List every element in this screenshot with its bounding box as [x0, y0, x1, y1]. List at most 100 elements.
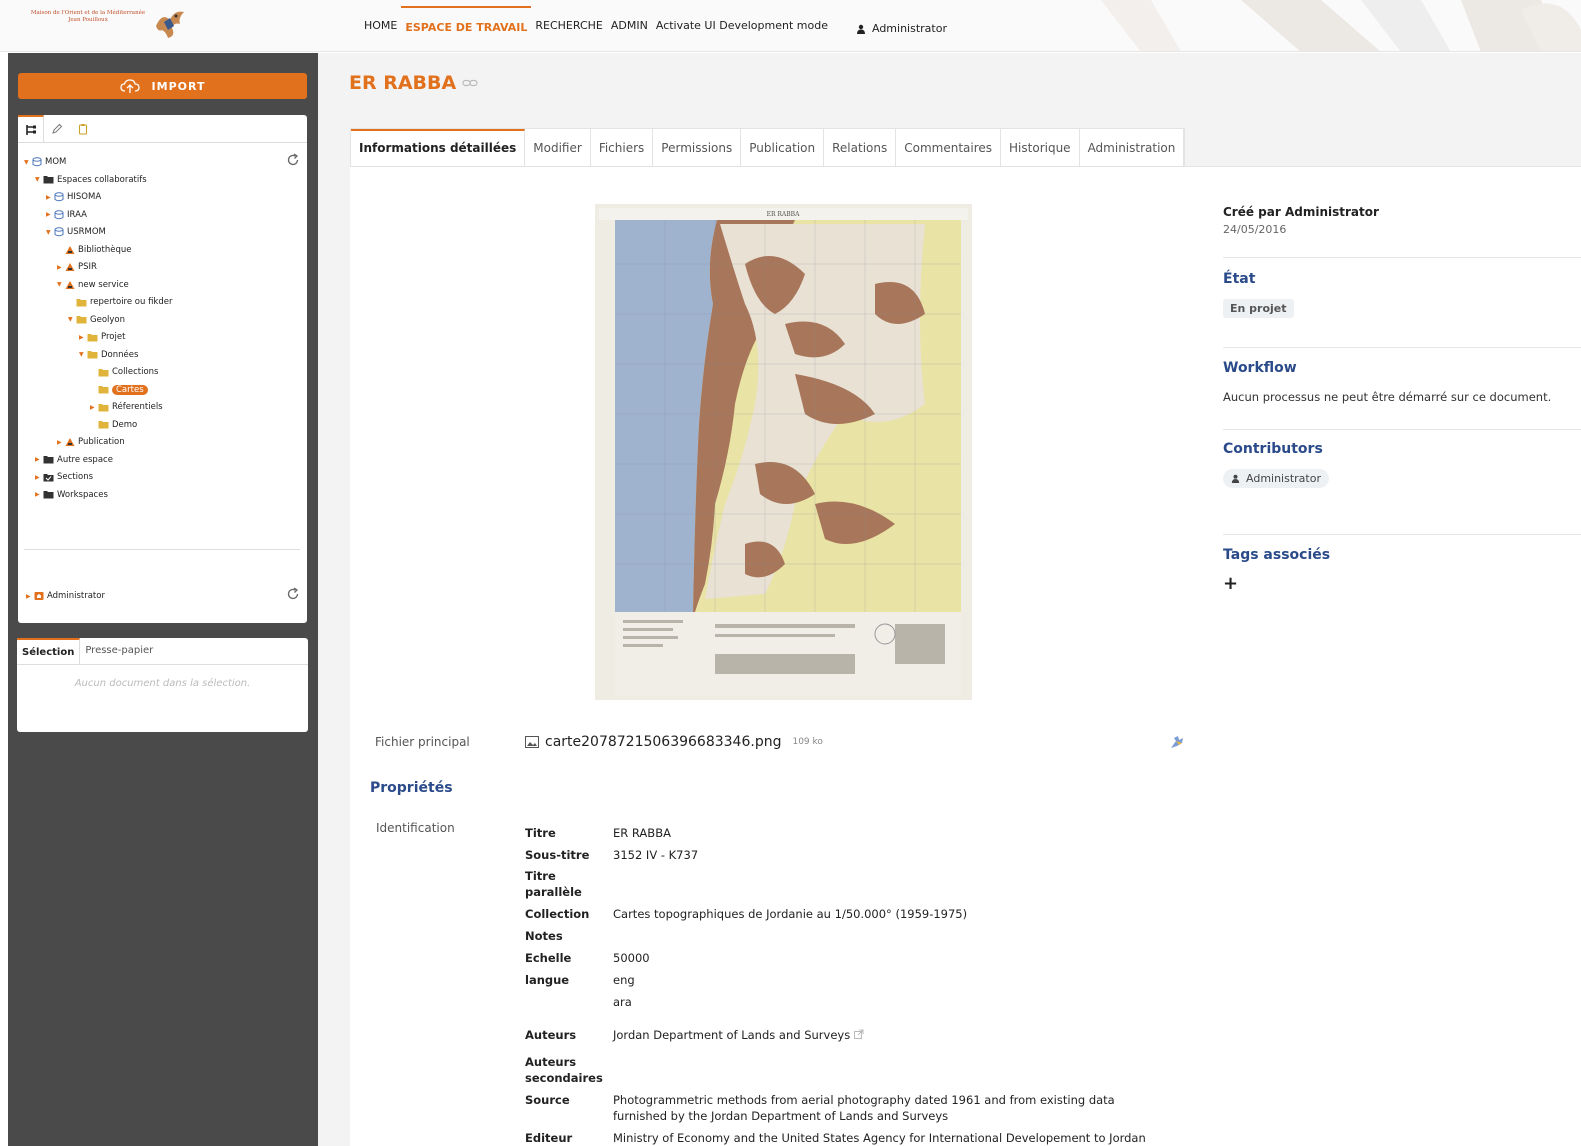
tree-node[interactable]: ▶ Publication	[57, 435, 125, 449]
tree-node[interactable]: ▶ HISOMA	[46, 190, 101, 204]
folder-icon	[98, 420, 109, 429]
collapse-arrow-icon[interactable]: ▼	[68, 316, 73, 323]
tree-node[interactable]: ▶ Autre espace	[35, 453, 113, 467]
tree-node-label: Workspaces	[57, 489, 108, 500]
add-tag-button[interactable]: +	[1223, 573, 1239, 594]
expand-arrow-icon[interactable]: ▶	[35, 456, 40, 463]
tree-node[interactable]: Bibliothèque	[57, 243, 131, 257]
tree-node[interactable]: ▼ USRMOM	[46, 225, 106, 239]
tree-node[interactable]: ▼ Espaces collaboratifs	[35, 173, 147, 187]
main-file-link[interactable]: carte2078721506396683346.png 109 ko	[525, 734, 823, 750]
nav-user-name: Administrator	[871, 22, 947, 35]
contributors-heading: Contributors	[1223, 441, 1323, 457]
tree-node-label: Demo	[112, 419, 138, 430]
expand-arrow-icon[interactable]: ▶	[90, 404, 95, 411]
tab-clipboard[interactable]	[70, 115, 96, 143]
contributors-block: Contributors Administrator	[1223, 441, 1581, 488]
property-row: Notes	[525, 928, 1173, 944]
tab-clipboard-list[interactable]: Presse-papier	[80, 638, 158, 664]
top-bar: Maison de l'Orient et de la Méditerranée…	[0, 0, 1581, 52]
tab-publication[interactable]: Publication	[741, 129, 825, 166]
collapse-arrow-icon[interactable]: ▼	[24, 159, 29, 166]
tree-node[interactable]: ▼ Données	[79, 348, 138, 362]
main-file-name: carte2078721506396683346.png	[545, 734, 782, 750]
tab-navigation-tree[interactable]	[18, 115, 44, 143]
tree-node[interactable]: ▶ IRAA	[46, 208, 87, 222]
divider	[1223, 257, 1581, 258]
tree-node[interactable]: Collections	[90, 365, 158, 379]
nav-dev-mode[interactable]: Activate UI Development mode	[652, 6, 832, 51]
refresh-icon[interactable]	[286, 153, 300, 167]
nav-admin[interactable]: ADMIN	[607, 6, 652, 51]
nav-recherche[interactable]: RECHERCHE	[531, 6, 607, 51]
tree-node[interactable]: repertoire ou fikder	[68, 295, 172, 309]
link-icon[interactable]	[462, 79, 478, 87]
tab-modifier[interactable]: Modifier	[525, 129, 591, 166]
tree-node-user-home[interactable]: ▶ Administrator	[26, 591, 105, 601]
tree-node[interactable]: ▼ MOM	[24, 155, 66, 169]
folder-icon	[76, 298, 87, 307]
tab-relations[interactable]: Relations	[824, 129, 897, 166]
tree-node[interactable]: ▶ PSIR	[57, 260, 97, 274]
expand-arrow-icon[interactable]: ▶	[46, 194, 51, 201]
expand-arrow-icon[interactable]: ▶	[35, 474, 40, 481]
workflow-heading: Workflow	[1223, 360, 1297, 376]
expand-arrow-icon[interactable]: ▶	[79, 334, 84, 341]
tree-node-label: Geolyon	[90, 314, 125, 325]
tree-node[interactable]: ▼ Geolyon	[68, 313, 125, 327]
collapse-arrow-icon[interactable]: ▼	[79, 351, 84, 358]
expand-arrow-icon[interactable]: ▶	[57, 264, 62, 271]
refresh-icon[interactable]	[286, 587, 300, 601]
tree-node-label: Bibliothèque	[78, 244, 132, 255]
database-icon	[32, 157, 42, 167]
edit-image-icon[interactable]	[1170, 735, 1184, 749]
collapse-arrow-icon[interactable]: ▼	[35, 176, 40, 183]
tab-commentaires[interactable]: Commentaires	[896, 129, 1002, 166]
property-row: Echelle 50000	[525, 950, 1173, 966]
tree-node[interactable]: ▶ Réferentiels	[90, 400, 163, 414]
divider	[1223, 429, 1581, 430]
tree-node[interactable]: Cartes	[90, 383, 148, 397]
expand-arrow-icon[interactable]: ▶	[26, 593, 31, 600]
tab-permissions[interactable]: Permissions	[653, 129, 742, 166]
property-value-link[interactable]: Jordan Department of Lands and Surveys	[613, 1027, 1173, 1043]
database-icon	[54, 209, 64, 220]
tab-informations-detaillees[interactable]: Informations détaillées	[351, 129, 526, 166]
expand-arrow-icon[interactable]: ▶	[46, 211, 51, 218]
property-row: langue eng	[525, 972, 1173, 988]
cloud-upload-icon	[119, 79, 140, 93]
tree-node-label: Réferentiels	[112, 402, 163, 412]
collapse-arrow-icon[interactable]: ▼	[57, 281, 62, 288]
clipboard-icon	[78, 124, 88, 135]
property-row: Titre parallèle	[525, 868, 1155, 900]
property-key: Echelle	[525, 951, 572, 965]
map-preview-image[interactable]: ER RABBA	[595, 204, 972, 700]
tab-historique[interactable]: Historique	[1001, 129, 1080, 166]
workspace-icon	[65, 262, 75, 272]
brand-logo[interactable]: Maison de l'Orient et de la Méditerranée…	[28, 6, 188, 46]
nav-user-menu[interactable]: Administrator	[852, 6, 951, 51]
tree-node[interactable]: Demo	[90, 418, 137, 432]
property-value: ER RABBA	[613, 826, 671, 840]
import-label: IMPORT	[151, 79, 206, 93]
state-block: État En projet	[1223, 271, 1581, 318]
tree-node[interactable]: ▶ Projet	[79, 330, 125, 344]
nav-espace-de-travail[interactable]: ESPACE DE TRAVAIL	[401, 6, 532, 51]
nav-home[interactable]: HOME	[360, 6, 401, 51]
collapse-arrow-icon[interactable]: ▼	[46, 229, 51, 236]
created-by: Créé par Administrator	[1223, 205, 1379, 219]
import-button[interactable]: IMPORT	[18, 73, 307, 99]
contributor-pill[interactable]: Administrator	[1223, 469, 1329, 488]
property-key: Auteurs	[525, 1028, 577, 1042]
tree-node[interactable]: ▶ Sections	[35, 470, 93, 484]
tree-node-label: Publication	[78, 437, 125, 447]
tree-node[interactable]: ▶ Workspaces	[35, 488, 108, 502]
tab-selection[interactable]: Sélection	[17, 638, 81, 664]
tab-edit[interactable]	[44, 115, 70, 143]
property-value	[613, 928, 1173, 944]
expand-arrow-icon[interactable]: ▶	[57, 439, 62, 446]
tab-fichiers[interactable]: Fichiers	[591, 129, 654, 166]
expand-arrow-icon[interactable]: ▶	[35, 491, 40, 498]
tab-administration[interactable]: Administration	[1080, 129, 1185, 166]
tree-node[interactable]: ▼ new service	[57, 278, 129, 292]
